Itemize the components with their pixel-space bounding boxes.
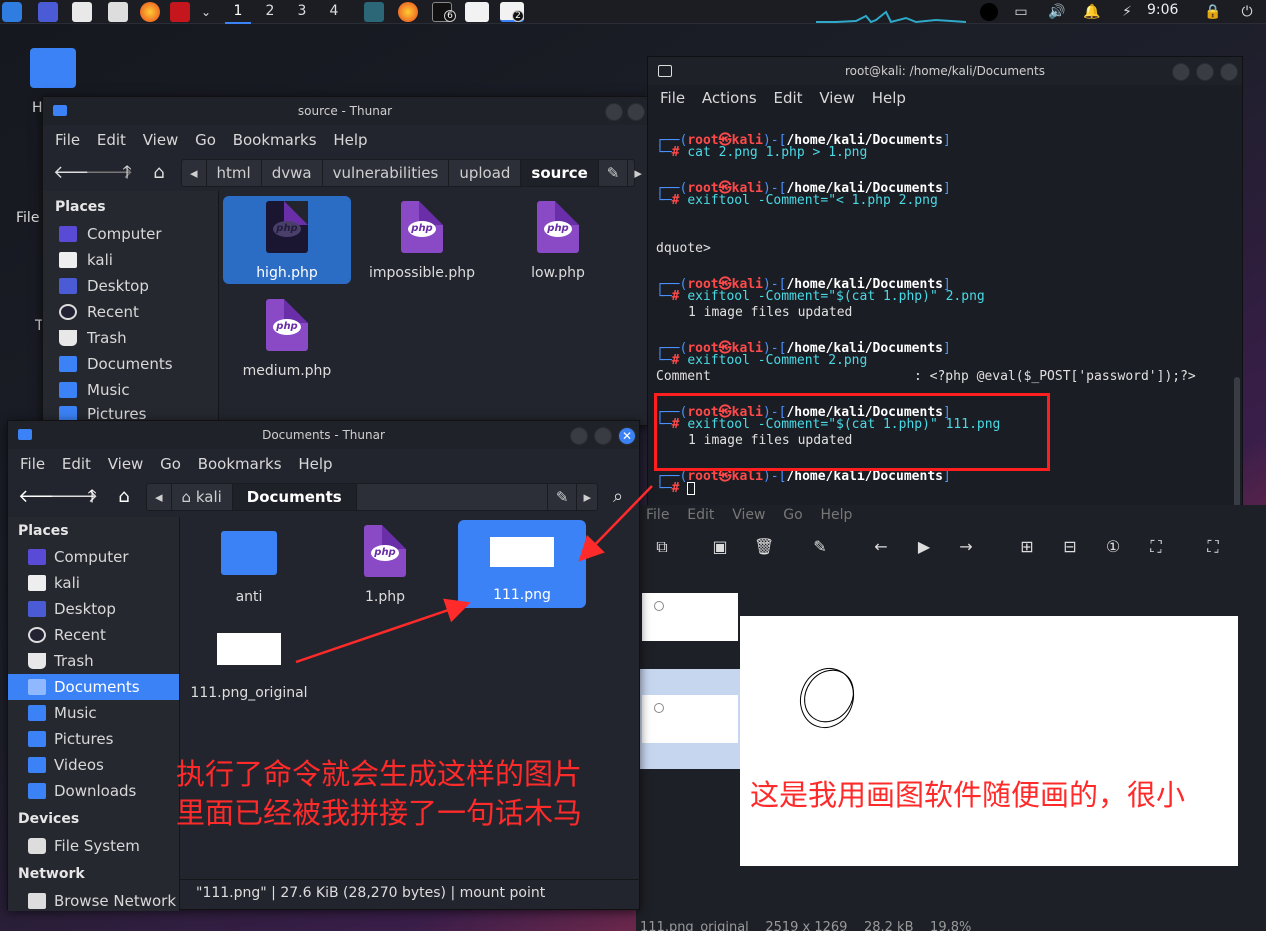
annotation-left-line1: 执行了命令就会生成这样的图片 [176,757,583,791]
arrow-original-to-png [295,598,471,664]
annotation-left-line2: 里面已经被我拼接了一句话木马 [176,796,583,830]
annotation-right: 这是我用画图软件随便画的，很小 [750,778,1186,812]
arrow-terminal-to-png [578,485,653,562]
